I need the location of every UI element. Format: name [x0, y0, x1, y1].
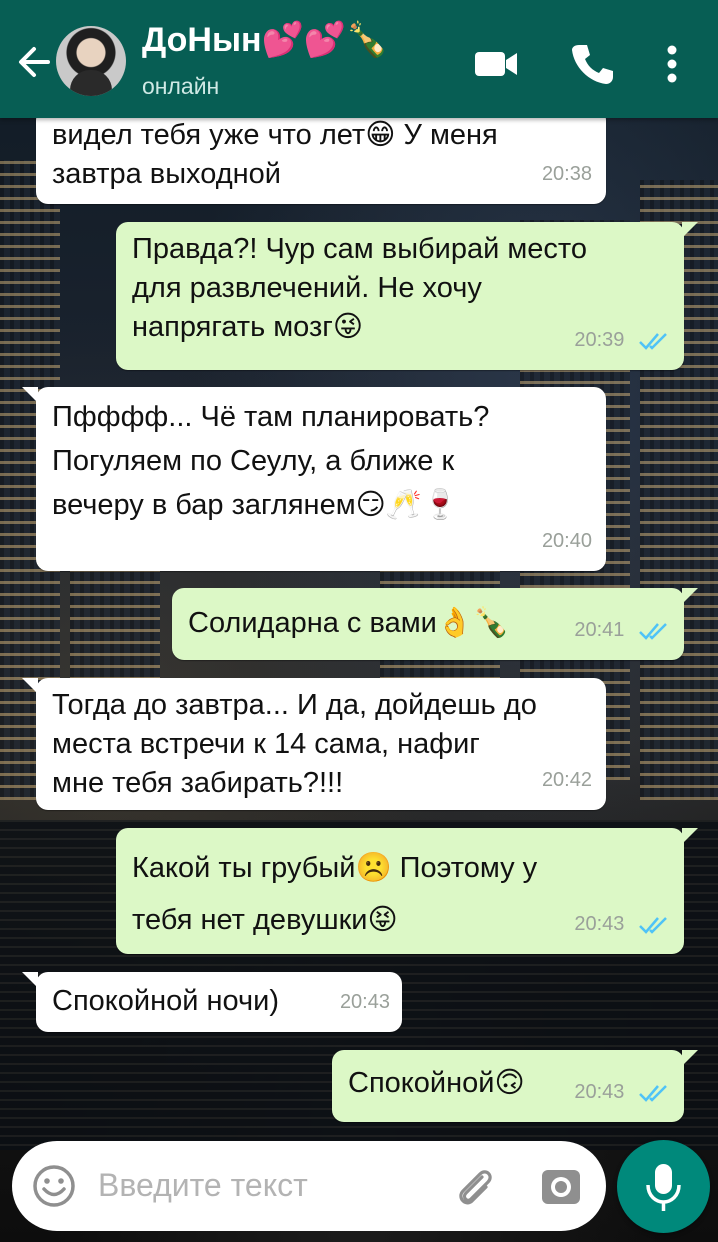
- message-incoming[interactable]: Тогда до завтра... И да, дойдешь до мест…: [22, 678, 606, 810]
- double-check-icon: [639, 622, 667, 640]
- contact-name[interactable]: ДоНын💕💕🍾: [142, 20, 389, 60]
- camera-button[interactable]: [538, 1163, 584, 1209]
- message-text: Солидарна с вами👌🍾: [188, 607, 510, 639]
- message-outgoing[interactable]: Солидарна с вами👌🍾 20:41: [172, 588, 698, 660]
- camera-icon: [542, 1170, 580, 1204]
- message-text: Пфффф... Чё там планировать? Погуляем по…: [52, 401, 490, 521]
- message-meta: 20:43: [574, 905, 670, 944]
- double-check-icon: [639, 916, 667, 934]
- message-text: Спокойной ночи): [52, 985, 279, 1017]
- message-text: Спокойной🙃: [348, 1067, 525, 1099]
- chat-header: ДоНын💕💕🍾 онлайн: [0, 0, 718, 118]
- message-input[interactable]: [96, 1166, 430, 1205]
- message-time: 20:41: [574, 619, 625, 641]
- message-text: Какой ты грубый☹️ Поэтому у тебя нет дев…: [132, 852, 538, 936]
- smiley-icon: [33, 1165, 75, 1207]
- message-time: 20:43: [339, 991, 390, 1013]
- message-time: 20:43: [574, 913, 625, 935]
- attach-button[interactable]: [452, 1163, 498, 1209]
- avatar[interactable]: [56, 26, 126, 96]
- double-check-icon: [639, 1084, 667, 1102]
- microphone-icon: [646, 1164, 681, 1211]
- emoji-button[interactable]: [32, 1164, 76, 1208]
- message-incoming[interactable]: Пфффф... Чё там планировать? Погуляем по…: [22, 387, 606, 571]
- message-incoming[interactable]: видел тебя уже что лет😁 У меня завтра вы…: [36, 108, 606, 204]
- message-time: 20:38: [541, 163, 592, 185]
- video-call-button[interactable]: [472, 40, 520, 88]
- contact-status: онлайн: [142, 73, 220, 99]
- message-time: 20:39: [574, 329, 625, 351]
- video-camera-icon: [475, 52, 517, 76]
- message-meta: 20:41: [574, 611, 670, 650]
- message-outgoing[interactable]: Правда?! Чур сам выбирай место для развл…: [116, 222, 698, 370]
- message-time: 20:42: [541, 769, 592, 791]
- message-text: Тогда до завтра... И да, дойдешь до мест…: [52, 689, 537, 799]
- voice-message-button[interactable]: [617, 1140, 710, 1233]
- message-text: видел тебя уже что лет😁 У меня завтра вы…: [52, 119, 498, 190]
- double-check-icon: [639, 332, 667, 350]
- message-time: 20:40: [541, 530, 592, 552]
- message-text: Правда?! Чур сам выбирай место для развл…: [132, 233, 588, 343]
- message-outgoing[interactable]: Спокойной🙃 20:43: [332, 1050, 698, 1122]
- message-meta: 20:43: [574, 1073, 670, 1112]
- more-vertical-icon: [667, 45, 677, 83]
- menu-button[interactable]: [652, 40, 692, 88]
- message-meta: 20:39: [574, 321, 670, 360]
- back-button[interactable]: [14, 40, 54, 84]
- phone-icon: [572, 45, 613, 84]
- paperclip-icon: [459, 1170, 492, 1205]
- message-time: 20:43: [574, 1081, 625, 1103]
- message-composer: [12, 1141, 606, 1231]
- voice-call-button[interactable]: [568, 40, 616, 88]
- message-outgoing[interactable]: Какой ты грубый☹️ Поэтому у тебя нет дев…: [116, 828, 698, 954]
- message-incoming[interactable]: Спокойной ночи) 20:43: [22, 972, 402, 1032]
- arrow-left-icon: [19, 47, 50, 77]
